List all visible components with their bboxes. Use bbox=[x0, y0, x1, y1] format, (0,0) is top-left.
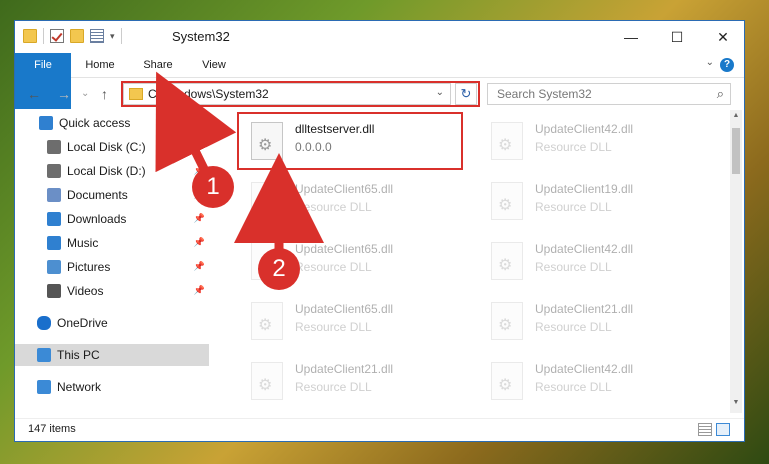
step-badge-1: 1 bbox=[192, 166, 234, 208]
step-badge-2: 2 bbox=[258, 248, 300, 290]
annotation-arrows bbox=[155, 71, 324, 257]
